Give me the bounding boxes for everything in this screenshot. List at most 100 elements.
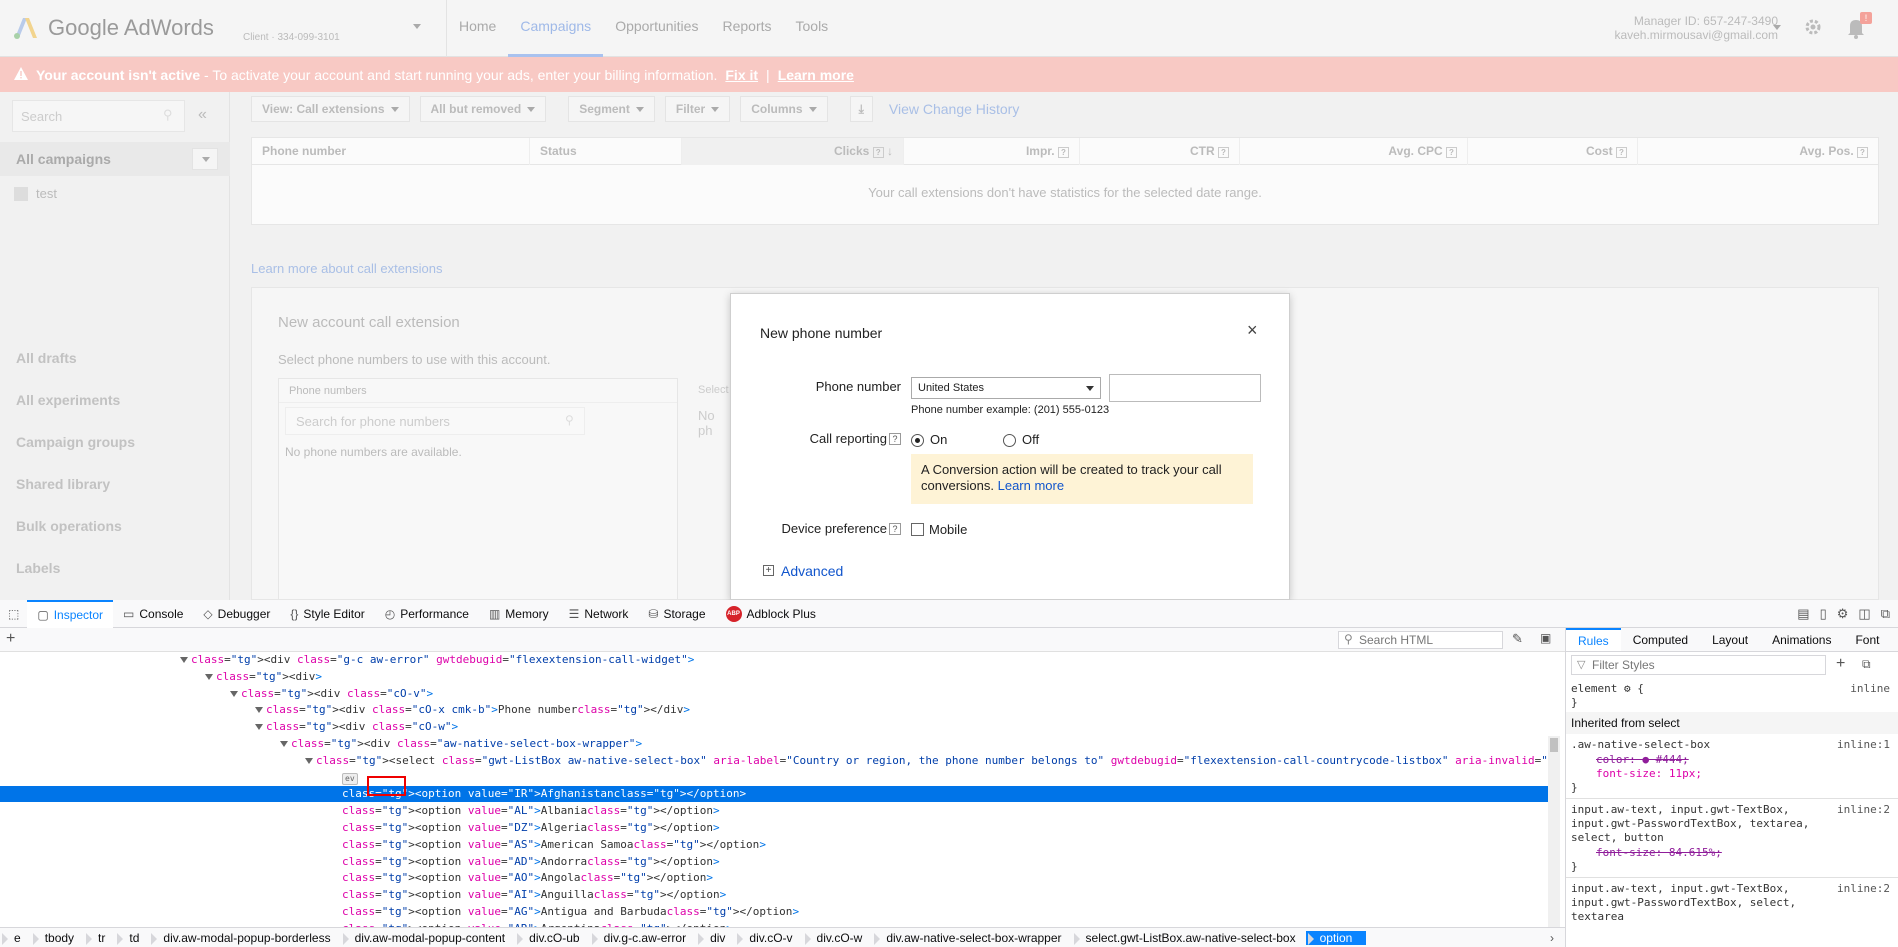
filter-button[interactable]: Filter — [664, 96, 731, 122]
breadcrumb-item[interactable]: div.aw-modal-popup-borderless — [149, 931, 340, 945]
toggle-sidebar-icon[interactable]: ▣ — [1540, 631, 1551, 645]
mobile-checkbox[interactable] — [911, 523, 924, 536]
expand-toggle-icon[interactable] — [255, 724, 263, 731]
col-avg-pos[interactable]: Avg. Pos. ? — [1638, 138, 1878, 165]
expand-toggle-icon[interactable] — [180, 657, 188, 663]
col-phone-number[interactable]: Phone number — [252, 138, 530, 165]
help-icon[interactable]: ? — [1857, 147, 1868, 158]
toggle-pseudo-class-icon[interactable]: ⧉ — [1862, 657, 1871, 672]
rule-selector[interactable]: input.gwt-PasswordTextBox, select, — [1571, 896, 1796, 909]
undock-icon[interactable]: ⧉ — [1881, 606, 1890, 622]
status-filter-button[interactable]: All but removed — [419, 96, 547, 122]
tab-adblock-plus[interactable]: ABP Adblock Plus — [716, 600, 826, 628]
view-change-history-link[interactable]: View Change History — [889, 101, 1019, 117]
country-select[interactable]: United States — [911, 377, 1101, 399]
tab-fonts[interactable]: Font — [1843, 628, 1891, 651]
all-campaigns-item[interactable]: All campaigns — [0, 142, 230, 176]
breadcrumb-item[interactable]: td — [115, 931, 149, 945]
sidebar-item-all-drafts[interactable]: All drafts — [16, 350, 77, 366]
col-impressions[interactable]: Impr. ? — [904, 138, 1080, 165]
gear-icon[interactable] — [1803, 17, 1823, 37]
col-ctr[interactable]: CTR ? — [1080, 138, 1240, 165]
sidebar-search-input[interactable]: Search — [12, 100, 185, 132]
expand-toggle-icon[interactable] — [205, 673, 213, 680]
tab-animations[interactable]: Animations — [1760, 628, 1843, 651]
html-node[interactable]: class="tg"><div class="aw-native-select-… — [0, 736, 1548, 752]
nav-home[interactable]: Home — [447, 0, 508, 57]
expand-toggle-icon[interactable] — [305, 757, 313, 764]
rule-declaration[interactable]: color: ● #444; — [1596, 753, 1689, 766]
tab-style-editor[interactable]: {} Style Editor — [280, 600, 374, 628]
nav-tools[interactable]: Tools — [784, 0, 841, 57]
download-icon[interactable]: ⤓ — [849, 96, 873, 122]
breadcrumb-item[interactable]: select.gwt-ListBox.aw-native-select-box — [1072, 931, 1306, 945]
advanced-link[interactable]: Advanced — [781, 563, 843, 579]
col-avg-cpc[interactable]: Avg. CPC ? — [1240, 138, 1468, 165]
rule-selector[interactable]: textarea — [1571, 910, 1624, 923]
html-tree-scrollbar[interactable] — [1548, 736, 1560, 927]
all-campaigns-dropdown[interactable] — [192, 148, 218, 170]
expand-plus-icon[interactable]: + — [763, 565, 774, 576]
rule-selector[interactable]: input.aw-text, input.gwt-TextBox, — [1571, 803, 1790, 816]
conversion-learn-more-link[interactable]: Learn more — [998, 478, 1064, 493]
fix-it-link[interactable]: Fix it — [725, 67, 758, 83]
html-node[interactable]: class="tg"><option value="DZ">Algeriacla… — [0, 820, 1548, 836]
breadcrumb-item[interactable]: div.g-c.aw-error — [590, 931, 696, 945]
col-status[interactable]: Status — [530, 138, 682, 165]
sidebar-item-bulk-operations[interactable]: Bulk operations — [16, 518, 122, 534]
tab-memory[interactable]: ▥ Memory — [479, 600, 559, 628]
html-node[interactable]: class="tg"><div class="cO-w"> — [0, 719, 1548, 735]
html-node[interactable]: class="tg"><option value="AO">Angolaclas… — [0, 870, 1548, 886]
sidebar-item-test[interactable]: test — [14, 186, 57, 201]
tab-storage[interactable]: ⛁ Storage — [638, 600, 715, 628]
event-badge[interactable]: ev — [342, 772, 358, 785]
html-node[interactable]: class="tg"><option value="AL">Albaniacla… — [0, 803, 1548, 819]
html-node[interactable]: class="tg"><option value="AG">Antigua an… — [0, 904, 1548, 920]
breadcrumb-item[interactable]: div.aw-native-select-box-wrapper — [872, 931, 1071, 945]
add-rule-icon[interactable]: + — [1836, 655, 1845, 673]
call-reporting-on-radio[interactable] — [911, 434, 924, 447]
breadcrumb-item[interactable]: tbody — [31, 931, 84, 945]
help-icon[interactable]: ? — [889, 523, 901, 535]
html-node[interactable]: class="tg"><select class="gwt-ListBox aw… — [0, 753, 1548, 769]
close-icon[interactable]: × — [1247, 320, 1258, 341]
phone-number-input[interactable] — [1109, 374, 1261, 402]
html-node[interactable]: class="tg"><div class="g-c aw-error" gwt… — [0, 652, 1548, 668]
tab-console[interactable]: ▭ Console — [113, 600, 193, 628]
account-selector[interactable]: Client · 334-099-3101 — [243, 14, 423, 44]
html-node[interactable]: class="tg"><div> — [0, 669, 1548, 685]
dock-icon[interactable]: ▤ — [1797, 606, 1809, 622]
html-node[interactable]: ev — [0, 770, 1548, 786]
tab-performance[interactable]: ◴ Performance — [375, 600, 479, 628]
rule-selector[interactable]: select, button — [1571, 831, 1664, 844]
html-node[interactable]: class="tg"><option value="AS">American S… — [0, 837, 1548, 853]
html-node[interactable]: class="tg"><div class="cO-x cmk-b">Phone… — [0, 702, 1548, 718]
tab-computed[interactable]: Computed — [1621, 628, 1700, 651]
breadcrumb-item[interactable]: option — [1305, 930, 1367, 945]
nav-campaigns[interactable]: Campaigns — [508, 0, 604, 57]
segment-button[interactable]: Segment — [568, 96, 655, 122]
rule-element[interactable]: element ⚙ { — [1571, 682, 1644, 695]
help-icon[interactable]: ? — [1058, 147, 1069, 158]
nav-opportunities[interactable]: Opportunities — [603, 0, 710, 57]
html-node[interactable]: class="tg"><option value="AD">Andorracla… — [0, 854, 1548, 870]
tab-debugger[interactable]: ◇ Debugger — [193, 600, 280, 628]
tab-network[interactable]: ☰ Network — [559, 600, 639, 628]
rule-source[interactable]: inline:1 — [1837, 738, 1890, 751]
rule-source[interactable]: inline:2 — [1837, 803, 1890, 816]
expand-toggle-icon[interactable] — [280, 741, 288, 747]
element-picker-icon[interactable]: ⬚ — [0, 600, 27, 628]
settings-gear-icon[interactable]: ⚙ — [1837, 606, 1849, 622]
filter-styles-input[interactable]: Filter Styles — [1571, 655, 1826, 675]
view-dropdown-button[interactable]: View: Call extensions — [251, 96, 410, 122]
breadcrumb-item[interactable]: div.cO-v — [735, 931, 802, 945]
html-node[interactable]: class="tg"><option value="AI">Anguillacl… — [0, 887, 1548, 903]
sidebar-item-all-experiments[interactable]: All experiments — [16, 392, 120, 408]
manager-account[interactable]: Manager ID: 657-247-3490 kaveh.mirmousav… — [1614, 14, 1778, 42]
tab-layout[interactable]: Layout — [1700, 628, 1760, 651]
breadcrumb-item[interactable]: tr — [84, 931, 115, 945]
rule-selector[interactable]: input.gwt-PasswordTextBox, textarea, — [1571, 817, 1809, 830]
rule-selector[interactable]: .aw-native-select-box — [1571, 738, 1710, 751]
rule-declaration[interactable]: font-size: 11px; — [1596, 767, 1702, 780]
scrollbar-thumb[interactable] — [1550, 738, 1558, 752]
